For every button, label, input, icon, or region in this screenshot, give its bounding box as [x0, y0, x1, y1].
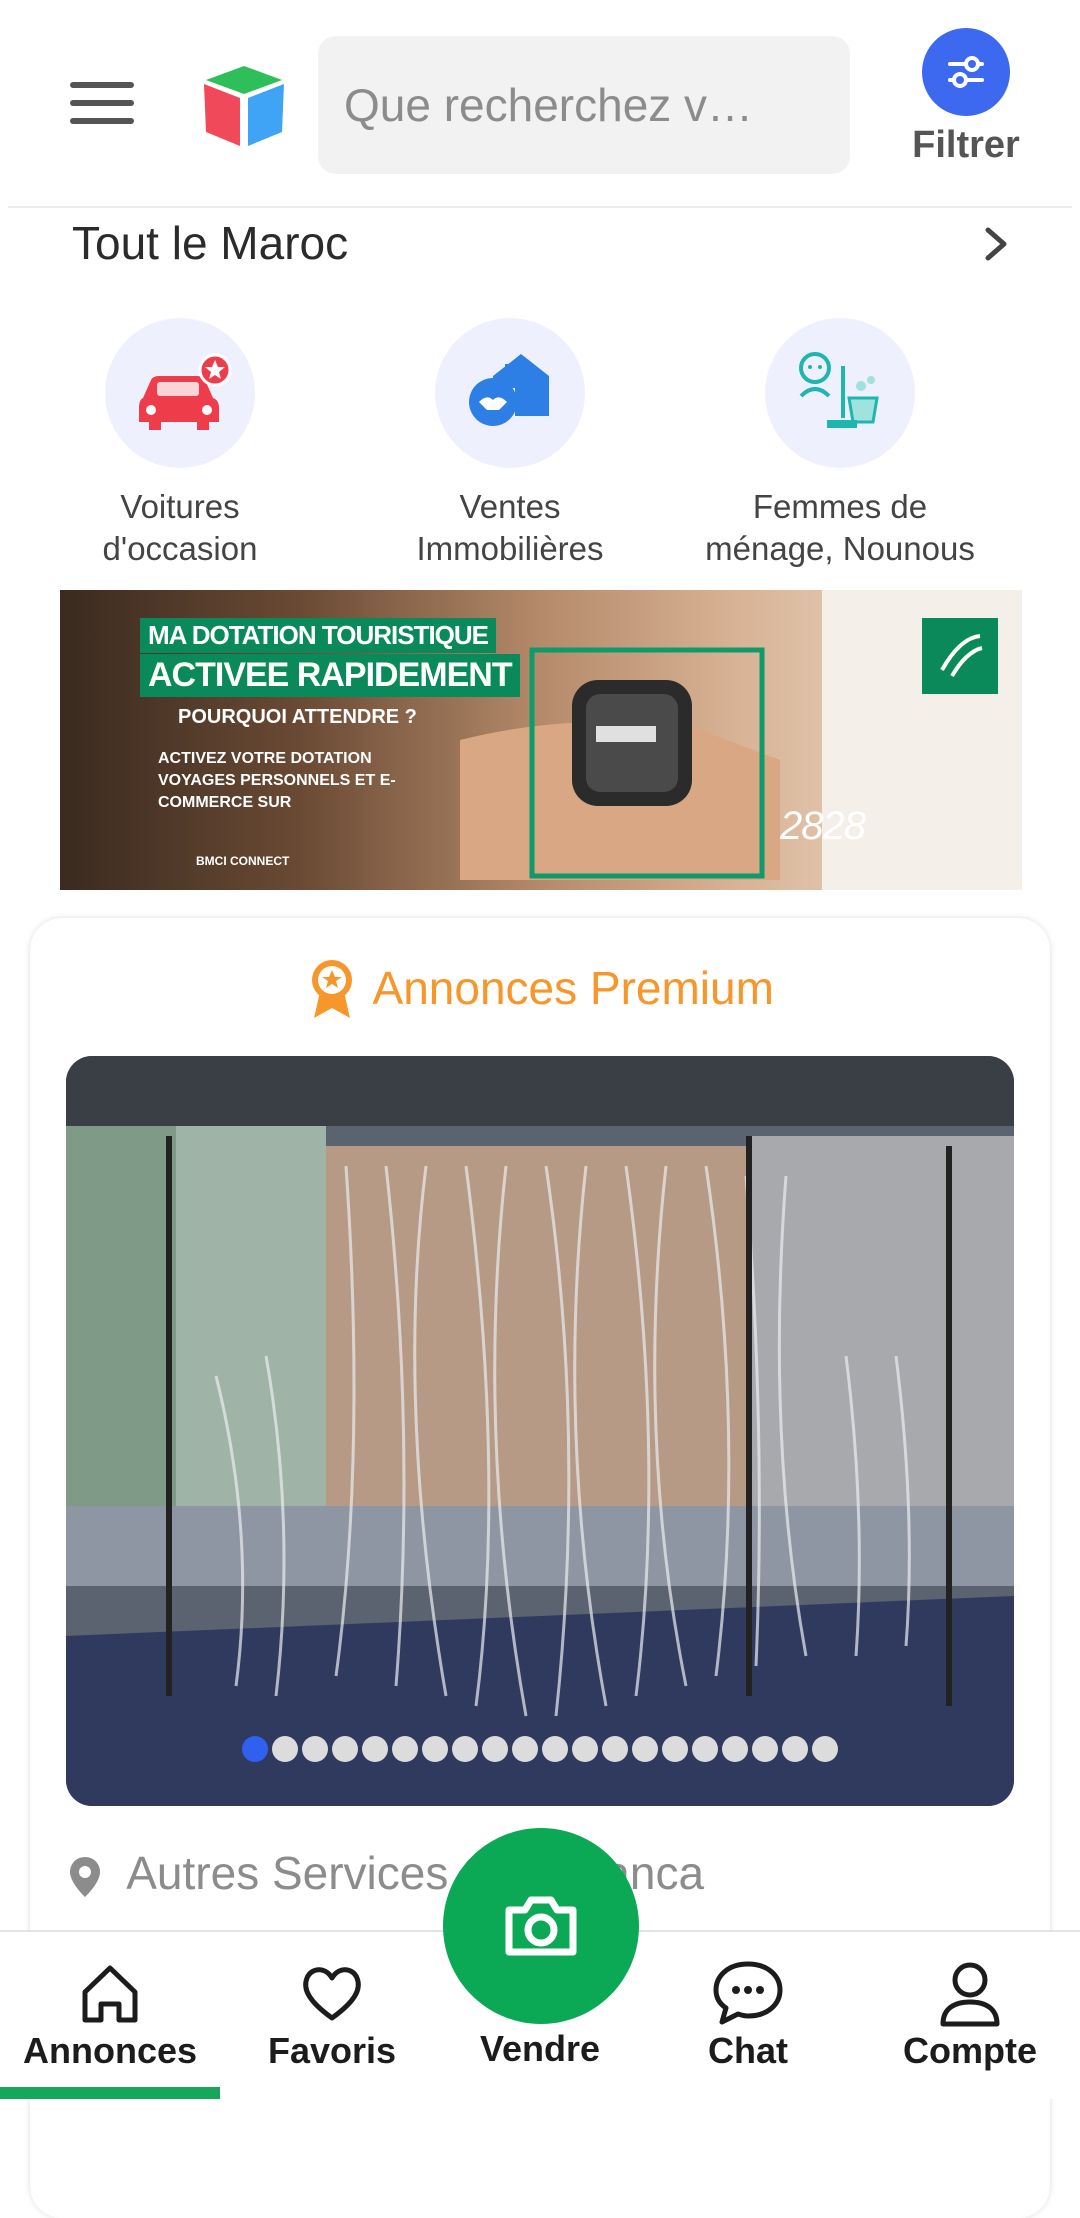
sell-camera-button[interactable] [443, 1828, 639, 2024]
house-handshake-icon [435, 318, 585, 468]
nav-vendre[interactable]: Vendre [440, 2026, 640, 2070]
nav-compte[interactable]: Compte [870, 1958, 1070, 2072]
category-label: Voitures d'occasion [102, 488, 258, 567]
hamburger-menu-icon[interactable] [62, 78, 142, 130]
carousel-dot[interactable] [422, 1736, 448, 1762]
carousel-dot[interactable] [722, 1736, 748, 1762]
filter-label: Filtrer [912, 124, 1020, 166]
medal-star-icon [312, 960, 353, 1018]
nav-label: Annonces [22, 2030, 198, 2071]
location-pin-icon [70, 1856, 100, 1897]
banner-headline-1: MA DOTATION TOURISTIQUE [140, 618, 497, 653]
category-real-estate[interactable]: Ventes Immobilières [360, 318, 660, 570]
carousel-dot[interactable] [332, 1736, 358, 1762]
nav-label: Compte [903, 2030, 1037, 2071]
heart-icon [303, 1967, 361, 2021]
nav-chat[interactable]: Chat [648, 1958, 848, 2072]
banner-phone-number: 2828 [780, 804, 866, 848]
carousel-dot[interactable] [482, 1736, 508, 1762]
carousel-dot[interactable] [452, 1736, 478, 1762]
carousel-dot[interactable] [572, 1736, 598, 1762]
app-header: Filtrer [0, 0, 1080, 208]
category-shortcuts: Voitures d'occasion Ventes Immobilières [0, 318, 1080, 578]
nav-label: Favoris [267, 2030, 397, 2071]
banner-body: ACTIVEZ VOTRE DOTATION VOYAGES PERSONNEL… [158, 750, 396, 811]
carousel-dot[interactable] [602, 1736, 628, 1762]
chat-bubble-icon [713, 1961, 783, 2025]
sliders-icon [922, 28, 1010, 116]
carousel-dot[interactable] [692, 1736, 718, 1762]
carousel-dot[interactable] [812, 1736, 838, 1762]
nav-label: Chat [708, 2030, 788, 2071]
listing-photo-carousel[interactable] [66, 1056, 1014, 1806]
carousel-dots [66, 1736, 1014, 1762]
chevron-right-icon [985, 227, 1007, 261]
premium-header: Annonces Premium [30, 956, 1050, 1020]
banner-subline: POURQUOI ATTENDRE ? [178, 706, 417, 728]
header-divider [8, 206, 1072, 208]
filter-button[interactable]: Filtrer [906, 28, 1026, 178]
search-box[interactable] [318, 36, 850, 174]
smartwatch-image [460, 647, 780, 880]
location-label: Tout le Maroc [72, 217, 349, 269]
nanny-cleaning-icon [765, 318, 915, 468]
car-star-icon [105, 318, 255, 468]
category-label: Femmes de ménage, Nounous [705, 488, 975, 567]
promo-banner[interactable]: MA DOTATION TOURISTIQUE ACTIVEE RAPIDEME… [60, 590, 1022, 890]
camera-icon [505, 1896, 577, 1956]
carousel-dot[interactable] [272, 1736, 298, 1762]
home-icon [82, 1965, 138, 2023]
location-selector[interactable]: Tout le Maroc [0, 214, 1080, 274]
nav-label: Vendre [479, 2028, 601, 2069]
app-cube-logo[interactable] [196, 60, 292, 150]
carousel-dot[interactable] [512, 1736, 538, 1762]
nav-annonces[interactable]: Annonces [10, 1958, 210, 2072]
listing-photo [66, 1056, 1014, 1806]
carousel-dot[interactable] [302, 1736, 328, 1762]
user-icon [940, 1962, 1000, 2027]
carousel-dot[interactable] [392, 1736, 418, 1762]
carousel-dot[interactable] [752, 1736, 778, 1762]
nav-active-indicator [0, 2087, 220, 2099]
carousel-dot[interactable] [362, 1736, 388, 1762]
premium-title: Annonces Premium [372, 962, 774, 1014]
search-input[interactable] [342, 77, 850, 133]
nav-favoris[interactable]: Favoris [232, 1958, 432, 2072]
carousel-dot[interactable] [782, 1736, 808, 1762]
category-used-cars[interactable]: Voitures d'occasion [30, 318, 330, 570]
carousel-dot[interactable] [632, 1736, 658, 1762]
carousel-dot[interactable] [242, 1736, 268, 1762]
banner-brand: BMCI CONNECT [196, 854, 290, 868]
category-label: Ventes Immobilières [416, 488, 604, 567]
carousel-dot[interactable] [662, 1736, 688, 1762]
bank-logo [922, 618, 998, 694]
carousel-dot[interactable] [542, 1736, 568, 1762]
category-cleaning-nanny[interactable]: Femmes de ménage, Nounous [690, 318, 990, 570]
